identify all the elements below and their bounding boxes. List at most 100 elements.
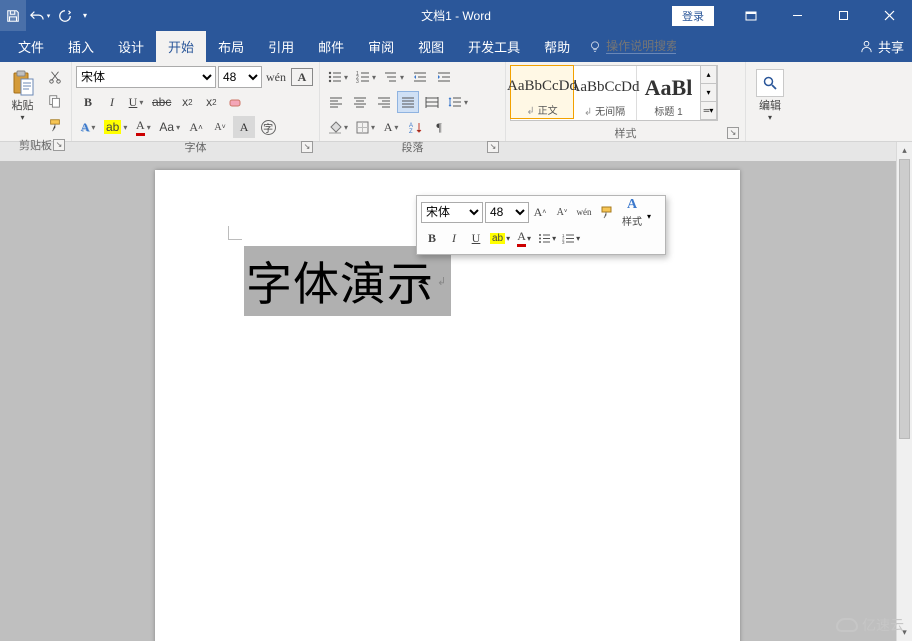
share-button[interactable]: 共享 xyxy=(859,31,904,62)
redo-button[interactable] xyxy=(52,0,78,31)
cut-button[interactable] xyxy=(44,66,66,88)
font-name-combo[interactable]: 宋体 xyxy=(76,66,216,88)
tab-mailings[interactable]: 邮件 xyxy=(306,31,356,62)
mini-grow-font-button[interactable]: A˄ xyxy=(530,201,550,223)
tab-view[interactable]: 视图 xyxy=(406,31,456,62)
superscript-button[interactable]: x2 xyxy=(200,91,222,113)
mini-font-color-button[interactable]: A▾ xyxy=(514,227,534,249)
style-heading1[interactable]: AaBl标题 1 xyxy=(637,66,701,120)
save-button[interactable] xyxy=(0,0,26,31)
find-button[interactable]: 编辑▾ xyxy=(750,65,790,126)
mini-highlight-button[interactable]: ab▾ xyxy=(488,227,512,249)
format-painter-button[interactable] xyxy=(44,114,66,136)
tell-me-input[interactable] xyxy=(606,39,676,54)
align-left-button[interactable] xyxy=(325,91,347,113)
mini-bullets-button[interactable]: ▾ xyxy=(536,227,558,249)
mini-font-size-combo[interactable]: 48 xyxy=(485,202,529,223)
styles-scroll-up[interactable]: ▴ xyxy=(700,65,717,84)
minimize-button[interactable] xyxy=(774,0,820,31)
scroll-up-button[interactable]: ▴ xyxy=(897,142,912,159)
asian-layout-button[interactable]: A▾ xyxy=(380,116,402,138)
subscript-button[interactable]: x2 xyxy=(176,91,198,113)
show-hide-button[interactable]: ¶ xyxy=(428,116,450,138)
bold-button[interactable]: B xyxy=(77,91,99,113)
multilevel-list-button[interactable]: ▾ xyxy=(381,66,407,88)
mini-styles-button[interactable]: A样式 xyxy=(618,194,646,231)
font-size-combo[interactable]: 48 xyxy=(218,66,262,88)
font-color-button[interactable]: A▾ xyxy=(132,116,154,138)
clipboard-dialog-launcher[interactable]: ↘ xyxy=(53,139,65,151)
line-spacing-button[interactable]: ▾ xyxy=(445,91,471,113)
tab-design[interactable]: 设计 xyxy=(106,31,156,62)
change-case-button[interactable]: Aa▾ xyxy=(156,116,183,138)
tab-home[interactable]: 开始 xyxy=(156,31,206,62)
styles-more-button[interactable]: ═▾ xyxy=(700,101,717,120)
align-center-button[interactable] xyxy=(349,91,371,113)
sort-button[interactable]: AZ xyxy=(404,116,426,138)
highlight-button[interactable]: ab▾ xyxy=(101,116,130,138)
customize-qat-button[interactable]: ▾ xyxy=(78,0,92,31)
tab-developer[interactable]: 开发工具 xyxy=(456,31,532,62)
styles-scroll-down[interactable]: ▾ xyxy=(700,83,717,102)
styles-gallery[interactable]: AaBbCcDd↲ 正文 AaBbCcDd↲ 无间隔 AaBl标题 1 ▴ ▾ … xyxy=(510,65,718,121)
increase-indent-button[interactable] xyxy=(433,66,455,88)
underline-button[interactable]: U▾ xyxy=(125,91,147,113)
shading-button[interactable]: ▾ xyxy=(325,116,351,138)
copy-button[interactable] xyxy=(44,90,66,112)
grow-font-button[interactable]: A˄ xyxy=(185,116,207,138)
shrink-font-button[interactable]: A˅ xyxy=(209,116,231,138)
text-effects-button[interactable]: A▾ xyxy=(77,116,99,138)
mini-italic-button[interactable]: I xyxy=(444,227,464,249)
paste-button[interactable]: 粘贴▾ xyxy=(4,65,41,126)
cut-icon xyxy=(48,70,62,84)
mini-underline-button[interactable]: U xyxy=(466,227,486,249)
tab-insert[interactable]: 插入 xyxy=(56,31,106,62)
scroll-thumb[interactable] xyxy=(899,159,910,439)
strikethrough-button[interactable]: abc xyxy=(149,91,174,113)
tab-help[interactable]: 帮助 xyxy=(532,31,582,62)
mini-phonetic-button[interactable]: wén xyxy=(574,201,594,223)
character-shading-button[interactable]: A xyxy=(233,116,255,138)
character-border-button[interactable]: A xyxy=(291,68,313,86)
numbering-button[interactable]: 123▾ xyxy=(353,66,379,88)
tab-file[interactable]: 文件 xyxy=(6,31,56,62)
align-right-button[interactable] xyxy=(373,91,395,113)
group-editing: 编辑▾ xyxy=(746,62,794,141)
undo-button[interactable]: ▾ xyxy=(26,0,52,31)
maximize-button[interactable] xyxy=(820,0,866,31)
selected-text[interactable]: 字体演示↲ xyxy=(244,246,451,316)
mini-bold-button[interactable]: B xyxy=(422,227,442,249)
style-normal[interactable]: AaBbCcDd↲ 正文 xyxy=(510,65,574,119)
ribbon-display-options-button[interactable] xyxy=(728,0,774,31)
justify-button[interactable] xyxy=(397,91,419,113)
vertical-scrollbar[interactable]: ▴ ▾ xyxy=(896,142,912,641)
mini-numbering-button[interactable]: 123▾ xyxy=(560,227,582,249)
numbering-icon: 123 xyxy=(356,71,370,83)
tab-layout[interactable]: 布局 xyxy=(206,31,256,62)
distributed-button[interactable] xyxy=(421,91,443,113)
login-button[interactable]: 登录 xyxy=(672,6,714,26)
phonetic-guide-button[interactable]: wén xyxy=(263,66,289,88)
group-clipboard: 粘贴▾ 剪贴板↘ xyxy=(0,62,72,141)
svg-text:Z: Z xyxy=(409,129,413,134)
mini-font-name-combo[interactable]: 宋体 xyxy=(421,202,483,223)
clear-formatting-button[interactable] xyxy=(224,91,246,113)
styles-dialog-launcher[interactable]: ↘ xyxy=(727,127,739,139)
tab-references[interactable]: 引用 xyxy=(256,31,306,62)
borders-button[interactable]: ▾ xyxy=(353,116,378,138)
svg-text:3: 3 xyxy=(356,79,359,83)
style-no-spacing[interactable]: AaBbCcDd↲ 无间隔 xyxy=(573,66,637,120)
bullets-button[interactable]: ▾ xyxy=(325,66,351,88)
italic-button[interactable]: I xyxy=(101,91,123,113)
mini-shrink-font-button[interactable]: A˅ xyxy=(552,201,572,223)
decrease-indent-button[interactable] xyxy=(409,66,431,88)
paragraph-dialog-launcher[interactable]: ↘ xyxy=(487,141,499,153)
close-button[interactable] xyxy=(866,0,912,31)
tab-review[interactable]: 审阅 xyxy=(356,31,406,62)
tell-me-search[interactable] xyxy=(588,31,676,62)
mini-format-painter-button[interactable] xyxy=(596,201,616,223)
enclose-characters-button[interactable]: 字 xyxy=(257,116,279,138)
scroll-down-button[interactable]: ▾ xyxy=(897,624,912,641)
group-paragraph-label: 段落 xyxy=(402,139,424,155)
font-dialog-launcher[interactable]: ↘ xyxy=(301,141,313,153)
